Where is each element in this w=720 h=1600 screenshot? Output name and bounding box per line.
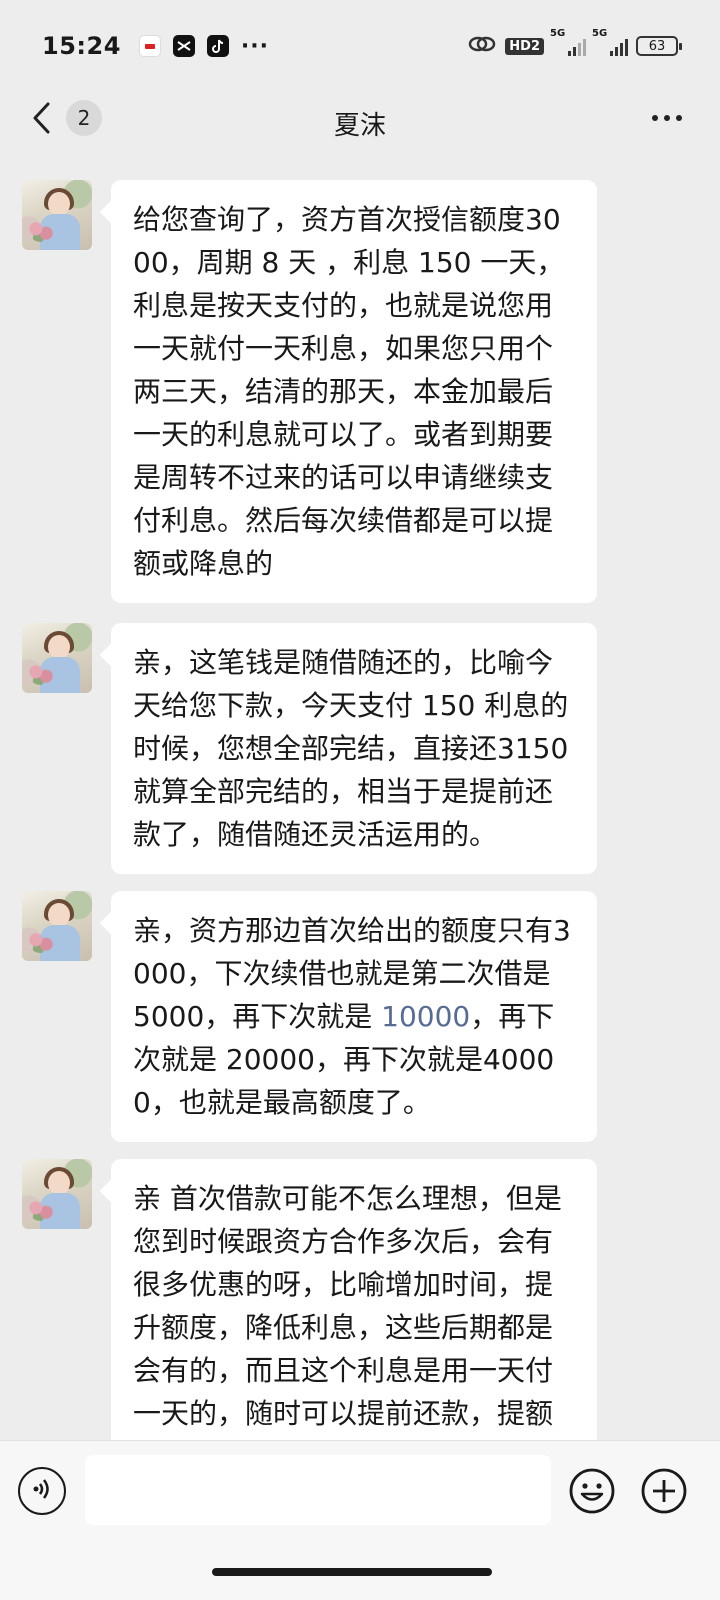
battery-icon: 63: [636, 36, 682, 56]
chevron-left-icon: [22, 98, 62, 138]
message-bubble[interactable]: 亲 首次借款可能不怎么理想，但是您到时候跟资方合作多次后，会有很多优惠的呀，比喻…: [111, 1159, 597, 1453]
home-indicator[interactable]: [212, 1568, 492, 1576]
phone-number-link[interactable]: 10000: [381, 1000, 470, 1033]
signal-strength-icon: 5G: [592, 28, 628, 56]
emoji-button[interactable]: [568, 1467, 616, 1515]
link-icon: [467, 33, 497, 59]
plus-icon: [641, 1468, 687, 1514]
message-input[interactable]: [85, 1455, 551, 1525]
contact-avatar[interactable]: [22, 1159, 92, 1229]
message-bubble[interactable]: 亲，资方那边首次给出的额度只有3000，下次续借也就是第二次借是 5000，再下…: [111, 891, 597, 1142]
chat-title: 夏沫: [333, 110, 386, 141]
status-bar: 15:24 ··· HD2 5G 5G 63: [0, 0, 720, 92]
status-time: 15:24: [42, 32, 121, 60]
chat-input-bar: [0, 1440, 720, 1600]
tiktok-icon: [206, 35, 229, 57]
more-options-button[interactable]: [642, 98, 692, 138]
message-bubble[interactable]: 给您查询了，资方首次授信额度3000，周期 8 天 ，利息 150 一天，利息是…: [111, 180, 597, 603]
back-button[interactable]: 2: [22, 98, 102, 138]
contact-avatar[interactable]: [22, 180, 92, 250]
voice-input-button[interactable]: [18, 1467, 66, 1515]
notification-app-icon: [138, 35, 161, 57]
chat-header: 2 夏沫: [0, 92, 720, 154]
hd-voice-badge: HD2: [505, 37, 544, 55]
network-type-label: 5G: [592, 28, 608, 39]
status-indicators: HD2 5G 5G 63: [467, 28, 682, 59]
more-notifications-icon: ···: [240, 33, 269, 59]
emoji-icon: [569, 1468, 615, 1514]
unread-count-badge: 2: [66, 100, 102, 136]
voice-icon: [29, 1476, 55, 1506]
contact-avatar[interactable]: [22, 623, 92, 693]
message-bubble[interactable]: 亲，这笔钱是随借随还的，比喻今天给您下款，今天支付 150 利息的时候，您想全部…: [111, 623, 597, 874]
network-type-label: 5G: [550, 28, 566, 39]
capcut-icon: [172, 35, 195, 57]
signal-strength-icon: 5G: [550, 28, 586, 56]
more-functions-button[interactable]: [640, 1467, 688, 1515]
contact-avatar[interactable]: [22, 891, 92, 961]
chat-screen: 15:24 ··· HD2 5G 5G 63 2 夏沫 给您查询了，资方首次授信…: [0, 0, 720, 1600]
